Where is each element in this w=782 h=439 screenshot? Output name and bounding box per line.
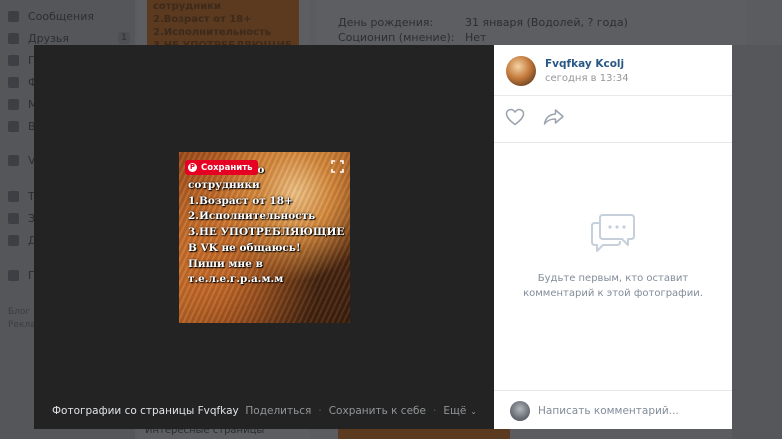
heart-icon <box>505 108 525 126</box>
fullscreen-button[interactable] <box>331 160 344 173</box>
expand-icon <box>331 160 344 173</box>
sidebar-item-group: Г <box>8 267 35 283</box>
sidebar-item-store: Т <box>8 188 35 204</box>
share-icon <box>543 109 564 125</box>
divider <box>494 142 732 143</box>
chevron-down-icon: ⌄ <box>470 407 477 416</box>
photo-text-line: Пиши мне в <box>188 257 263 270</box>
more-label: Ещё <box>443 405 467 417</box>
empty-comments-line: Будьте первым, кто оставит <box>537 273 689 284</box>
save-to-profile-link[interactable]: Сохранить к себе <box>329 405 426 417</box>
pinterest-save-label: Сохранить <box>201 162 253 173</box>
groups-icon <box>8 54 19 66</box>
author-avatar[interactable] <box>506 56 536 86</box>
sidebar-item-games: В <box>8 118 36 134</box>
message-icon <box>8 10 19 22</box>
photo-caption: чно сотрудники 1.Возраст от 18+ 2.Исполн… <box>188 163 346 288</box>
thumb-line: 2.Возраст от 18+ <box>153 14 252 25</box>
comments-icon <box>589 211 637 255</box>
share-button[interactable] <box>543 108 565 126</box>
footer-link-blog: Блог <box>8 307 31 317</box>
photo-actions: Поделиться · Сохранить к себе · Ещё ⌄ <box>245 405 477 417</box>
photo-viewer: чно сотрудники 1.Возраст от 18+ 2.Исполн… <box>34 45 494 429</box>
album-title[interactable]: Фотографии со страницы Fvqfkay <box>52 405 239 417</box>
share-link[interactable]: Поделиться <box>245 405 311 417</box>
music-icon <box>8 98 19 110</box>
photo-text-line: сотрудники <box>188 179 260 191</box>
background-post-thumb: сотрудники 2.Возраст от 18+ 2.Исполнител… <box>147 0 299 48</box>
footer-link-ads: Рекла <box>8 320 36 330</box>
document-icon <box>8 234 19 246</box>
like-button[interactable] <box>505 108 525 126</box>
divider <box>494 95 732 96</box>
profile-row-value: 31 января (Водолей, ? года) <box>465 16 628 29</box>
sidebar-item-bookmarks: З <box>8 210 35 226</box>
photos-icon <box>8 76 19 88</box>
photo-text-line: 3.НЕ УПОТРЕБЛЯЮЩИЕ <box>188 226 345 239</box>
background-right-column <box>732 45 782 439</box>
photo-text-line: В VK не общаюсь! <box>188 241 301 254</box>
sidebar-item-label: Сообщения <box>28 9 95 23</box>
profile-row-value: Нет <box>465 31 487 44</box>
friends-badge: 1 <box>118 32 130 44</box>
separator-dot: · <box>318 405 322 417</box>
pay-icon <box>8 154 19 166</box>
games-icon <box>8 120 19 132</box>
post-date[interactable]: сегодня в 13:34 <box>545 73 629 84</box>
profile-row-label: Соционип (мнение): <box>338 31 455 44</box>
more-button[interactable]: Ещё ⌄ <box>443 405 477 417</box>
background-post-thumb-bottom <box>338 429 510 439</box>
sidebar-item-documents: Д <box>8 232 37 248</box>
author-name[interactable]: Fvqfkay Kcolj <box>545 58 624 70</box>
pinterest-save-button[interactable]: P Сохранить <box>185 160 258 175</box>
photo-text-line: т.е.л.е.г.р.а.м.м <box>188 273 284 286</box>
photo-side-panel: Fvqfkay Kcolj сегодня в 13:34 Будьте пер… <box>494 45 732 429</box>
empty-comments-line: комментарий к этой фотографии. <box>523 288 703 299</box>
photo-text-line: 1.Возраст от 18+ <box>188 194 293 207</box>
sidebar-item-messages: Сообщения <box>8 8 94 24</box>
sidebar-item-pay: V <box>8 152 36 168</box>
sidebar-item-label: Друзья <box>28 31 70 45</box>
group-icon <box>8 269 19 281</box>
sidebar-item-groups: Г <box>8 52 35 68</box>
photo[interactable]: чно сотрудники 1.Возраст от 18+ 2.Исполн… <box>179 152 350 323</box>
comment-input[interactable] <box>538 401 718 421</box>
profile-row-label: День рождения: <box>338 16 434 29</box>
store-icon <box>8 190 19 202</box>
sidebar-item-friends: Друзья 1 <box>8 30 132 46</box>
friends-icon <box>8 32 19 44</box>
thumb-line: 2.Исполнительность <box>153 27 272 38</box>
current-user-avatar <box>510 401 530 421</box>
thumb-line: сотрудники <box>153 1 222 12</box>
divider <box>494 390 732 391</box>
separator-dot: · <box>432 405 437 417</box>
empty-comments-message: Будьте первым, кто оставит комментарий к… <box>494 271 732 301</box>
pinterest-icon: P <box>188 163 197 172</box>
photo-text-line: 2.Исполнительность <box>188 210 316 223</box>
bookmark-icon <box>8 212 19 224</box>
